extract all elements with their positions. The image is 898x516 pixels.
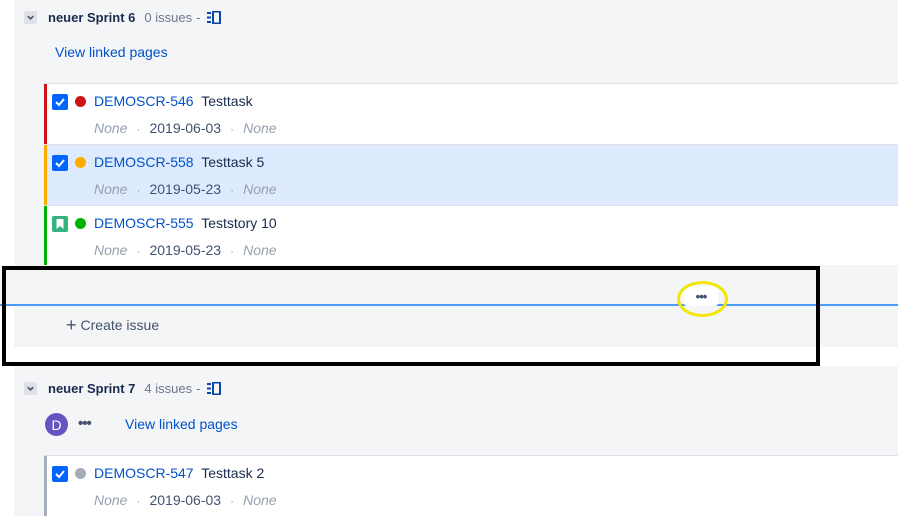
issue-count: 4 issues [144, 381, 193, 396]
create-issue-label: Create issue [80, 317, 160, 333]
priority-highest-icon [75, 96, 86, 107]
priority-bar [44, 456, 47, 516]
separator: - [196, 381, 201, 396]
issue-key[interactable]: DEMOSCR-558 [94, 154, 194, 170]
issue-summary: Testtask 5 [201, 154, 265, 170]
issue-field: None [94, 492, 128, 508]
issue-field: None [243, 120, 277, 136]
issue-key[interactable]: DEMOSCR-555 [94, 215, 194, 231]
checkbox-task-icon [52, 466, 68, 482]
sprint-stats-icon[interactable] [207, 11, 222, 24]
issue-key[interactable]: DEMOSCR-546 [94, 93, 194, 109]
issue-row[interactable]: DEMOSCR-547 Testtask 2 None · 2019-06-03 · N… [44, 455, 898, 516]
issue-summary: Testtask 2 [201, 465, 265, 481]
issue-summary: Testtask [201, 93, 253, 109]
sprint-name: neuer Sprint 6 [48, 10, 136, 25]
sprint-stats-icon[interactable] [207, 382, 222, 395]
sprint-drop-zone[interactable] [0, 265, 898, 306]
chevron-down-icon[interactable] [24, 382, 37, 395]
issue-summary: Teststory 10 [201, 215, 277, 231]
issue-date: 2019-05-23 [149, 242, 222, 258]
view-linked-pages-link[interactable]: View linked pages [125, 416, 238, 432]
priority-bar [44, 206, 47, 266]
issue-field: None [94, 242, 128, 258]
issue-field: None [243, 242, 277, 258]
chevron-down-icon[interactable] [24, 11, 37, 24]
sprint-name: neuer Sprint 7 [48, 381, 136, 396]
issue-date: 2019-06-03 [149, 492, 222, 508]
avatar[interactable]: D [45, 413, 68, 436]
priority-bar [44, 84, 47, 144]
bookmark-story-icon [52, 216, 68, 232]
checkbox-task-icon [52, 155, 68, 171]
issue-count: 0 issues [144, 10, 193, 25]
priority-bar [44, 145, 47, 205]
more-actions-button[interactable]: ••• [78, 415, 92, 432]
separator: - [196, 10, 201, 25]
issue-field: None [94, 120, 128, 136]
more-actions-button[interactable]: ••• [684, 286, 718, 306]
priority-medium-icon [75, 157, 86, 168]
issue-key[interactable]: DEMOSCR-547 [94, 465, 194, 481]
create-issue-button[interactable]: + Create issue [66, 315, 160, 335]
issue-field: None [94, 181, 128, 197]
issue-row[interactable]: DEMOSCR-558 Testtask 5 None · 2019-05-23 · N… [44, 144, 898, 205]
checkbox-task-icon [52, 94, 68, 110]
issue-row[interactable]: DEMOSCR-555 Teststory 10 None · 2019-05-23… [44, 205, 898, 266]
issue-field: None [243, 492, 277, 508]
priority-none-icon [75, 468, 86, 479]
issue-field: None [243, 181, 277, 197]
sprint-header: neuer Sprint 6 0 issues - [24, 10, 222, 25]
issue-date: 2019-05-23 [149, 181, 222, 197]
view-linked-pages-link[interactable]: View linked pages [55, 44, 168, 60]
sprint-header: neuer Sprint 7 4 issues - [24, 381, 222, 396]
priority-low-icon [75, 218, 86, 229]
issue-row[interactable]: DEMOSCR-546 Testtask None · 2019-06-03 · Non… [44, 83, 898, 144]
plus-icon: + [66, 315, 77, 335]
issue-date: 2019-06-03 [149, 120, 222, 136]
